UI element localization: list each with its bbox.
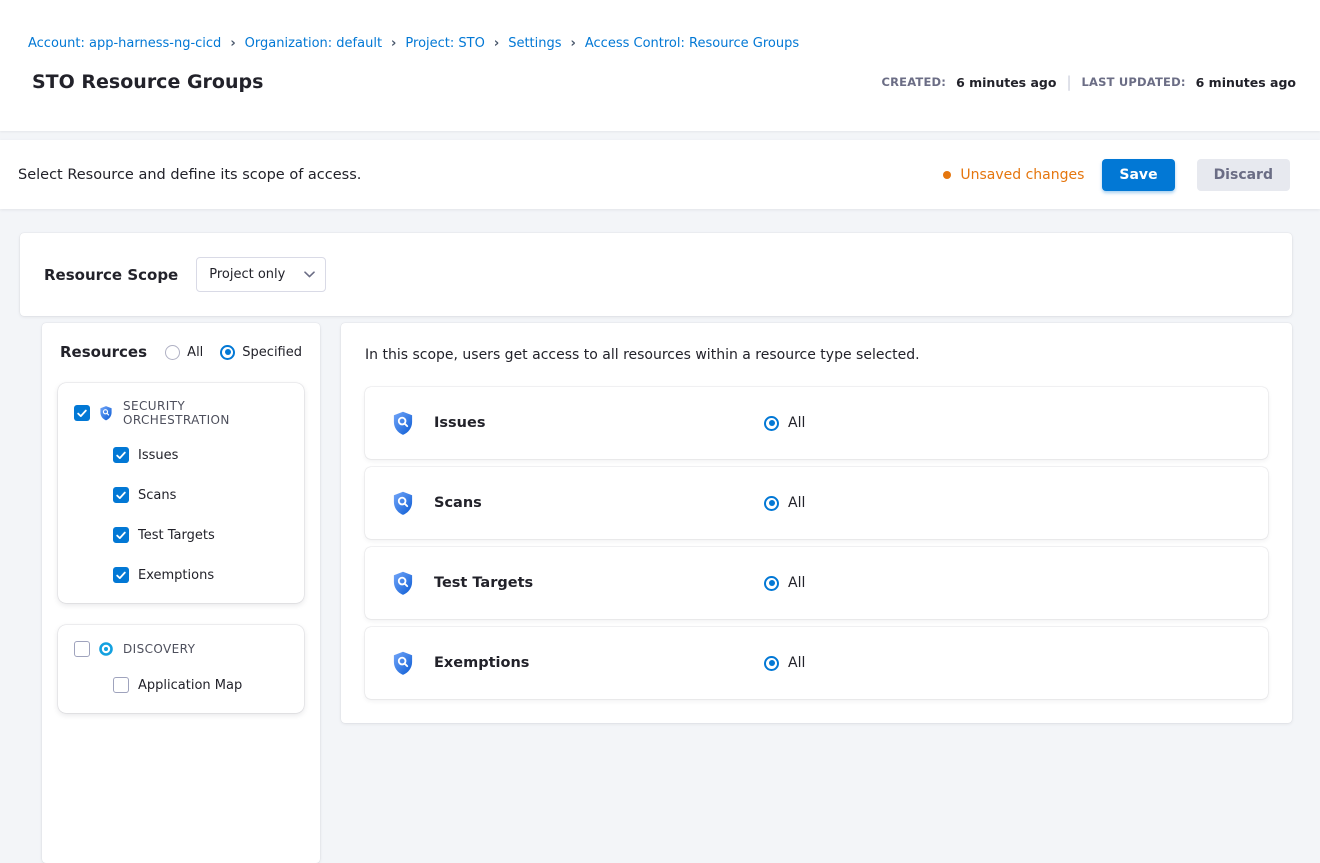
access-row-label: Scans [434,495,764,511]
scans-checkbox[interactable] [113,487,129,503]
check-icon [116,491,126,500]
resource-scope-card: Resource Scope Project only [20,233,1292,316]
exemptions-checkbox[interactable] [113,567,129,583]
radio-option-all[interactable]: All [165,345,203,360]
access-scope-option[interactable]: All [764,575,805,591]
meta-divider: | [1066,73,1071,91]
breadcrumb-project[interactable]: Project: STO [405,36,484,51]
sto-shield-icon [98,405,114,421]
toolbar: Select Resource and define its scope of … [0,140,1320,209]
chevron-right-icon: › [230,36,235,51]
header-meta: CREATED: 6 minutes ago | LAST UPDATED: 6… [881,73,1296,91]
radio-icon[interactable] [220,345,235,360]
check-icon [116,451,126,460]
radio-option-specified[interactable]: Specified [220,345,302,360]
access-scope-option[interactable]: All [764,495,805,511]
created-label: CREATED: [881,75,946,89]
breadcrumb-organization[interactable]: Organization: default [245,36,382,51]
resource-item-scans: Scans [72,475,290,515]
sto-shield-icon [390,570,416,596]
resources-filter-radio-group: All Specified [165,345,302,360]
chevron-right-icon: › [494,36,499,51]
access-row-label: Test Targets [434,575,764,591]
breadcrumb: Account: app-harness-ng-cicd › Organizat… [28,36,1296,51]
resource-item-label: Application Map [138,678,242,693]
resource-group-security-orchestration: SECURITY ORCHESTRATION Issues Scans [58,383,304,603]
resource-item-label: Exemptions [138,568,214,583]
chevron-down-icon [304,271,315,278]
discard-button[interactable]: Discard [1197,159,1290,191]
access-row-issues: Issues All [365,387,1268,459]
resource-item-test-targets: Test Targets [72,515,290,555]
group-label: SECURITY ORCHESTRATION [123,399,288,427]
resource-group-discovery: DISCOVERY Application Map [58,625,304,713]
access-scope-label: All [788,575,805,591]
resource-item-application-map: Application Map [72,665,290,705]
resource-scope-dropdown-value: Project only [209,267,285,282]
access-scope-option[interactable]: All [764,655,805,671]
unsaved-changes-label: Unsaved changes [960,167,1084,183]
check-icon [116,531,126,540]
unsaved-changes-indicator: Unsaved changes [943,167,1084,183]
security-orchestration-checkbox[interactable] [74,405,90,421]
resource-item-issues: Issues [72,435,290,475]
resource-item-label: Test Targets [138,528,215,543]
access-scope-label: All [788,655,805,671]
sto-shield-icon [390,650,416,676]
resource-item-label: Scans [138,488,176,503]
radio-icon[interactable] [764,496,779,511]
resource-scope-dropdown[interactable]: Project only [196,257,326,292]
save-button[interactable]: Save [1102,159,1174,191]
resources-title: Resources [60,343,147,361]
check-icon [77,409,87,418]
chevron-right-icon: › [391,36,396,51]
chevron-right-icon: › [571,36,576,51]
radio-icon[interactable] [764,576,779,591]
access-scope-label: All [788,415,805,431]
access-panel-description: In this scope, users get access to all r… [365,347,1268,363]
sto-shield-icon [390,410,416,436]
check-icon [116,571,126,580]
discovery-checkbox[interactable] [74,641,90,657]
issues-checkbox[interactable] [113,447,129,463]
toolbar-description: Select Resource and define its scope of … [18,167,361,183]
group-label: DISCOVERY [123,642,195,656]
access-panel: In this scope, users get access to all r… [341,323,1292,723]
last-updated-value: 6 minutes ago [1196,75,1296,90]
unsaved-dot-icon [943,171,951,179]
radio-option-all-label: All [187,345,203,360]
resource-scope-title: Resource Scope [44,266,178,284]
access-row-scans: Scans All [365,467,1268,539]
page-title: STO Resource Groups [32,71,263,93]
application-map-checkbox[interactable] [113,677,129,693]
sto-shield-icon [390,490,416,516]
resources-panel: Resources All Specified [42,323,320,863]
content-area: Resource Scope Project only Resources Al… [0,209,1320,863]
resource-item-exemptions: Exemptions [72,555,290,595]
test-targets-checkbox[interactable] [113,527,129,543]
access-row-label: Exemptions [434,655,764,671]
radio-icon[interactable] [764,656,779,671]
created-value: 6 minutes ago [956,75,1056,90]
breadcrumb-settings[interactable]: Settings [508,36,561,51]
access-row-exemptions: Exemptions All [365,627,1268,699]
discovery-target-icon [98,641,114,657]
breadcrumb-account[interactable]: Account: app-harness-ng-cicd [28,36,221,51]
access-scope-label: All [788,495,805,511]
radio-icon[interactable] [165,345,180,360]
radio-option-specified-label: Specified [242,345,302,360]
breadcrumb-resource-groups[interactable]: Access Control: Resource Groups [585,36,799,51]
radio-icon[interactable] [764,416,779,431]
page-header: Account: app-harness-ng-cicd › Organizat… [0,0,1320,131]
resource-item-label: Issues [138,448,178,463]
last-updated-label: LAST UPDATED: [1082,75,1186,89]
access-row-label: Issues [434,415,764,431]
access-row-test-targets: Test Targets All [365,547,1268,619]
access-scope-option[interactable]: All [764,415,805,431]
